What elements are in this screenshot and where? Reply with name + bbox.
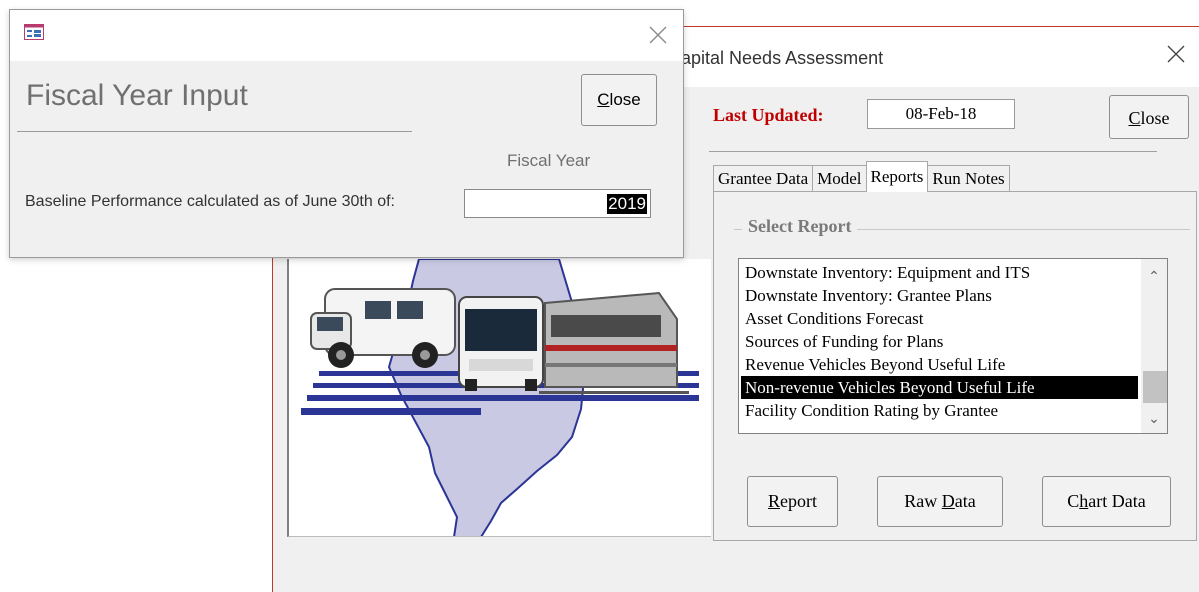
close-icon[interactable] <box>647 24 669 46</box>
main-close-accel: C <box>1128 108 1141 128</box>
fiscal-year-input[interactable]: 2019 <box>464 189 651 218</box>
report-list-item[interactable]: Revenue Vehicles Beyond Useful Life <box>741 353 1138 376</box>
tab-strip: Grantee Data Model Reports Run Notes <box>713 161 1010 192</box>
chart-data-pre: C <box>1067 491 1080 511</box>
fiscal-year-dialog: Fiscal Year Input Close Fiscal Year Base… <box>9 9 684 258</box>
report-accel: R <box>768 491 781 511</box>
fiscal-year-value: 2019 <box>607 194 647 214</box>
bus-graphic <box>458 296 544 391</box>
heading-underline <box>17 131 412 132</box>
report-listbox[interactable]: Downstate Inventory: Equipment and ITS D… <box>738 258 1168 434</box>
raw-data-pre: Raw <box>904 491 942 511</box>
chevron-up-icon[interactable]: ⌃ <box>1141 265 1167 287</box>
report-list-item[interactable]: Sources of Funding for Plans <box>741 330 1138 353</box>
raw-data-accel: D <box>941 491 955 511</box>
header-separator <box>709 151 1157 152</box>
tab-reports[interactable]: Reports <box>865 161 929 192</box>
tab-grantee-data[interactable]: Grantee Data <box>713 165 814 192</box>
report-list-item[interactable]: Facility Condition Rating by Grantee <box>741 399 1138 422</box>
dialog-close-button[interactable]: Close <box>581 74 657 126</box>
close-icon[interactable] <box>1161 39 1191 69</box>
select-report-label: Select Report <box>742 216 858 237</box>
report-rest: eport <box>780 491 817 511</box>
train-graphic <box>539 291 689 394</box>
report-list-scrollbar[interactable]: ⌃ ⌄ <box>1141 259 1167 433</box>
fiscal-year-column-label: Fiscal Year <box>507 151 591 170</box>
chart-data-button[interactable]: Chart Data <box>1042 476 1171 527</box>
dialog-close-accel: C <box>597 90 610 109</box>
reports-tab-panel: Select Report Downstate Inventory: Equip… <box>713 191 1197 541</box>
chart-data-accel: h <box>1079 491 1089 511</box>
report-list-item[interactable]: Downstate Inventory: Equipment and ITS <box>741 261 1138 284</box>
last-updated-field[interactable]: 08-Feb-18 <box>867 99 1015 129</box>
report-list-item[interactable]: Downstate Inventory: Grantee Plans <box>741 284 1138 307</box>
baseline-performance-label: Baseline Performance calculated as of Ju… <box>25 193 395 210</box>
main-window-title: apital Needs Assessment <box>681 48 884 68</box>
chart-data-rest: art Data <box>1088 491 1146 511</box>
main-close-rest: lose <box>1140 108 1170 128</box>
tab-model[interactable]: Model <box>812 165 867 192</box>
dialog-heading: Fiscal Year Input <box>26 79 248 112</box>
transit-logo-art <box>301 259 699 536</box>
raw-data-button[interactable]: Raw Data <box>877 476 1003 527</box>
transit-logo-image <box>287 259 711 537</box>
report-list-item-selected[interactable]: Non-revenue Vehicles Beyond Useful Life <box>741 376 1138 399</box>
tab-run-notes[interactable]: Run Notes <box>927 165 1010 192</box>
raw-data-rest: ata <box>954 491 976 511</box>
chevron-down-icon[interactable]: ⌄ <box>1141 407 1167 429</box>
dialog-close-rest: lose <box>609 90 641 109</box>
van-graphic <box>310 288 456 368</box>
dialog-titlebar <box>10 10 683 61</box>
report-list-item[interactable]: Asset Conditions Forecast <box>741 307 1138 330</box>
main-close-button[interactable]: Close <box>1109 95 1189 139</box>
scrollbar-thumb[interactable] <box>1143 371 1167 403</box>
last-updated-label: Last Updated: <box>713 105 824 125</box>
form-icon <box>24 24 44 40</box>
report-button[interactable]: Report <box>747 476 838 527</box>
